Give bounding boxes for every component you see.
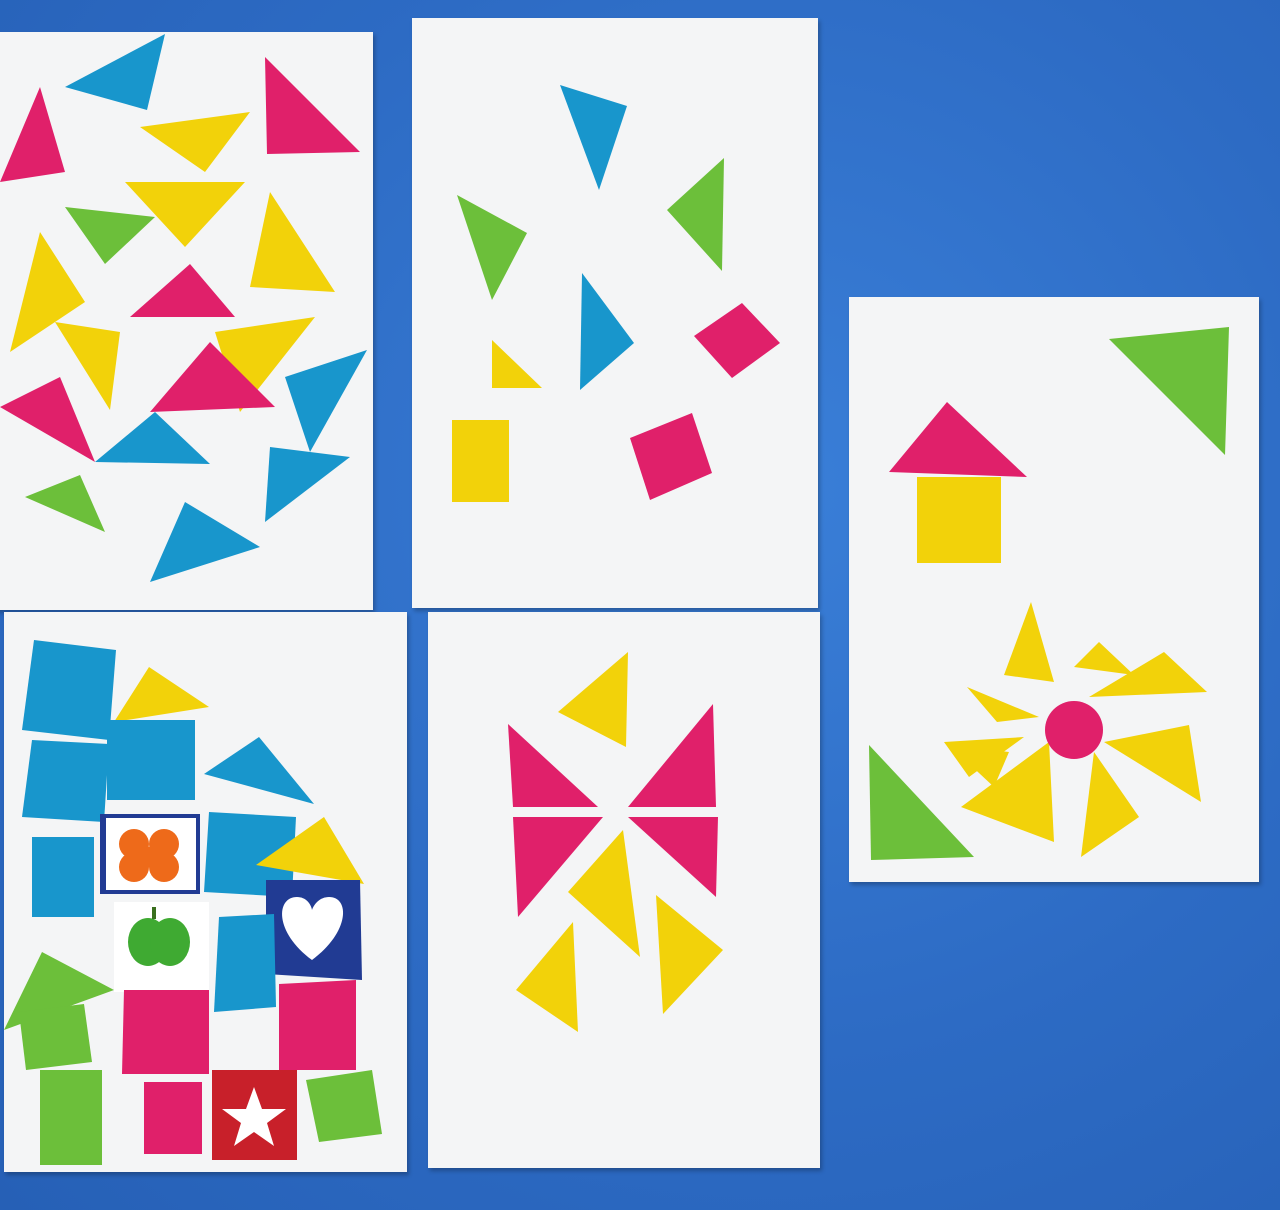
card-sparse-shapes [412, 18, 818, 608]
yellow-triangle [656, 895, 723, 1014]
pink-triangle [265, 57, 360, 154]
pink-square [144, 1082, 202, 1154]
green-square [19, 1004, 92, 1070]
blue-square [107, 720, 195, 800]
yellow-triangle [125, 182, 245, 247]
orange-clover-sticker [100, 814, 200, 894]
house-and-flower-collage [869, 327, 1229, 860]
green-triangle [457, 195, 527, 300]
green-triangle [667, 158, 724, 271]
green-triangle [869, 745, 974, 860]
pink-triangle [628, 704, 716, 807]
card-house-and-flower [849, 297, 1259, 882]
pink-roof [889, 402, 1027, 477]
photo-scene [0, 0, 1280, 1210]
blue-square [22, 640, 116, 740]
pink-triangle [0, 377, 95, 462]
blue-triangle [265, 447, 350, 522]
yellow-triangle [568, 830, 640, 957]
green-triangle [1109, 327, 1229, 455]
sparse-shapes-collage [452, 85, 780, 502]
pink-triangle [0, 87, 65, 182]
blue-square [214, 914, 276, 1012]
yellow-triangle [516, 922, 578, 1032]
green-square [306, 1070, 382, 1142]
yellow-triangle [492, 340, 542, 388]
pink-triangle [628, 817, 718, 897]
yellow-triangle [558, 652, 628, 747]
blue-triangle [150, 502, 260, 582]
blue-triangle [204, 737, 314, 804]
green-triangle [25, 475, 105, 532]
green-triangle [65, 207, 155, 264]
butterfly-collage [508, 652, 723, 1032]
green-apple-sticker [114, 902, 209, 992]
blue-triangle [65, 34, 165, 110]
blue-triangle [95, 412, 210, 464]
pink-flower-center [1045, 701, 1103, 759]
block-house-collage [4, 640, 382, 1165]
yellow-triangle [140, 112, 250, 172]
blue-triangle [560, 85, 627, 190]
card-triangles-scatter [0, 32, 373, 610]
star-sticker [212, 1070, 297, 1160]
yellow-triangle [250, 192, 335, 292]
blue-square [32, 837, 94, 917]
pink-triangle [508, 724, 598, 807]
pink-square [694, 303, 780, 378]
card-block-house [4, 612, 407, 1172]
pink-square [279, 980, 356, 1070]
yellow-house-wall [917, 477, 1001, 563]
pink-square [630, 413, 712, 500]
card-butterfly [428, 612, 820, 1168]
blue-square [22, 740, 109, 822]
pink-square [122, 990, 209, 1074]
yellow-square [452, 420, 509, 502]
green-square [40, 1070, 102, 1165]
blue-triangle [285, 350, 367, 452]
yellow-triangle [114, 667, 209, 722]
triangles-collage [0, 34, 367, 582]
pink-triangle [130, 264, 235, 317]
sun-flower [944, 602, 1207, 857]
heart-sticker [266, 880, 362, 980]
blue-triangle [580, 273, 634, 390]
